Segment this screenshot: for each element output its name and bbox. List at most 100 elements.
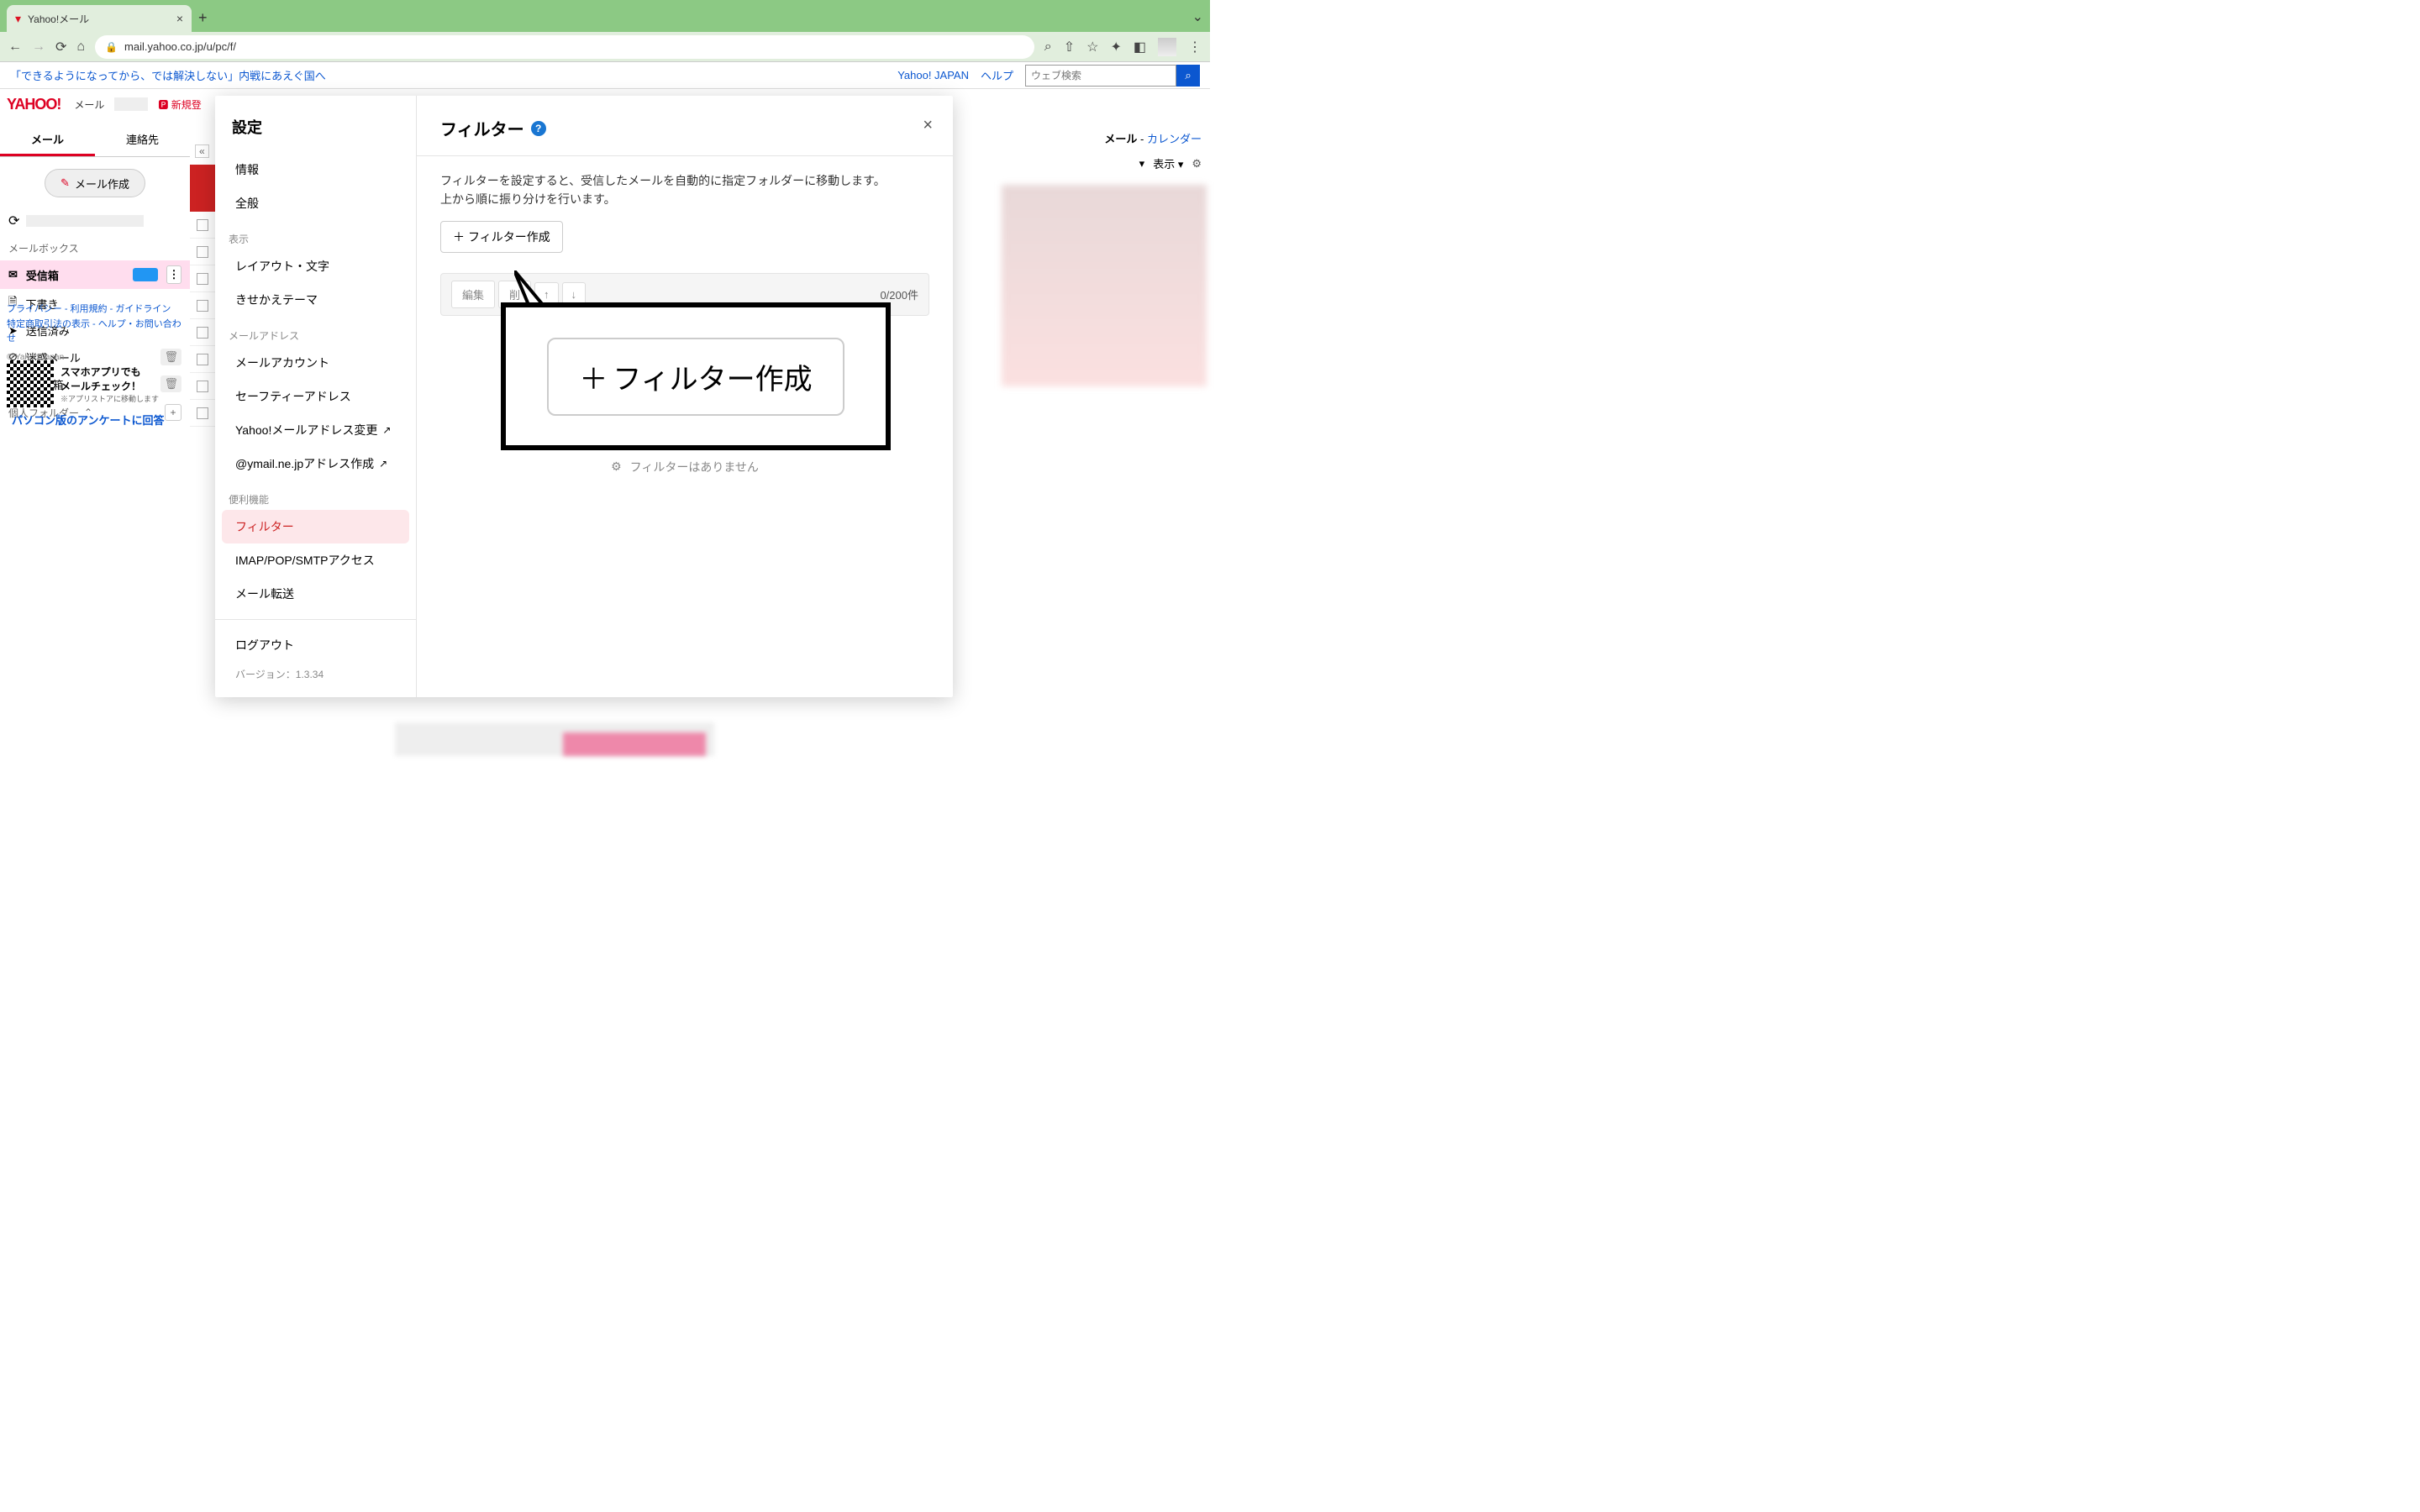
modal-title: 設定 bbox=[215, 96, 416, 153]
address-bar: ← → ⟳ ⌂ 🔒 mail.yahoo.co.jp/u/pc/f/ ⌕ ⇧ ☆… bbox=[0, 32, 1210, 62]
checkbox[interactable] bbox=[197, 407, 208, 419]
survey-link[interactable]: パソコン版のアンケートに回答 bbox=[12, 412, 164, 428]
news-ticker[interactable]: 「できるようになってから、では解決しない」内戦にあえぐ国へ bbox=[10, 67, 326, 83]
home-icon[interactable]: ⌂ bbox=[76, 39, 85, 55]
tab-mail[interactable]: メール bbox=[0, 124, 95, 156]
yahoo-japan-link[interactable]: Yahoo! JAPAN bbox=[897, 69, 969, 81]
help-link[interactable]: ヘルプ bbox=[981, 67, 1013, 83]
collapse-icon[interactable]: « bbox=[195, 144, 209, 158]
folder-inbox[interactable]: ✉ 受信箱 ⋮ bbox=[0, 260, 190, 289]
nav-filter[interactable]: フィルター bbox=[222, 510, 409, 543]
reload-icon[interactable]: ⟳ bbox=[55, 39, 66, 55]
nav-logout[interactable]: ログアウト bbox=[215, 628, 416, 662]
folder-menu-icon[interactable]: ⋮ bbox=[166, 265, 182, 284]
checkbox[interactable] bbox=[197, 327, 208, 339]
dropdown-icon[interactable]: ▾ bbox=[1139, 157, 1145, 171]
tab-contacts[interactable]: 連絡先 bbox=[95, 124, 190, 156]
url-field[interactable]: 🔒 mail.yahoo.co.jp/u/pc/f/ bbox=[95, 35, 1034, 59]
nav-section-display: 表示 bbox=[215, 220, 416, 249]
nav-layout[interactable]: レイアウト・文字 bbox=[215, 249, 416, 283]
nav-safety[interactable]: セーフティーアドレス bbox=[215, 380, 416, 413]
bottom-ad-button bbox=[563, 732, 706, 756]
mail-tab-right[interactable]: メール bbox=[1104, 133, 1137, 145]
compose-button[interactable]: ✎ メール作成 bbox=[45, 169, 145, 197]
browser-tab[interactable]: ▾ Yahoo!メール × bbox=[7, 5, 192, 32]
bookmark-icon[interactable]: ☆ bbox=[1086, 39, 1098, 55]
inbox-icon: ✉ bbox=[8, 268, 18, 281]
web-search-input[interactable] bbox=[1025, 65, 1176, 87]
tab-dropdown-icon[interactable]: ⌄ bbox=[1192, 8, 1203, 25]
tab-title: Yahoo!メール bbox=[28, 12, 170, 26]
calendar-link[interactable]: カレンダー bbox=[1147, 133, 1202, 145]
content-heading: フィルター bbox=[440, 116, 524, 140]
yahoo-favicon: ▾ bbox=[15, 12, 21, 26]
callout-create-filter: ＋フィルター作成 bbox=[547, 338, 844, 416]
share-icon[interactable]: ⇧ bbox=[1064, 39, 1075, 55]
sidebar-tabs: メール 連絡先 bbox=[0, 124, 190, 157]
footer-links[interactable]: プライバシー - 利用規約 - ガイドライン 特定商取引法の表示 - ヘルプ・お… bbox=[7, 302, 190, 347]
edit-button[interactable]: 編集 bbox=[451, 281, 495, 308]
nav-section-mailaddr: メールアドレス bbox=[215, 317, 416, 346]
unread-badge bbox=[133, 268, 158, 281]
checkbox[interactable] bbox=[197, 219, 208, 231]
settings-icon[interactable]: ⚙ bbox=[1192, 157, 1202, 171]
browser-actions: ⌕ ⇧ ☆ ✦ ◧ ⋮ bbox=[1044, 38, 1202, 56]
nav-general[interactable]: 全般 bbox=[215, 186, 416, 220]
right-promo bbox=[1002, 185, 1207, 386]
qr-promo: スマホアプリでも メールチェック！ ※アプリストアに移動します bbox=[7, 360, 159, 407]
qr-code bbox=[7, 360, 54, 407]
empty-spam-icon[interactable]: 🗑 bbox=[160, 349, 182, 365]
blurred-username bbox=[114, 97, 148, 111]
external-icon: ↗ bbox=[382, 424, 391, 436]
version-text: バージョン：1.3.34 bbox=[215, 662, 416, 686]
nav-account[interactable]: メールアカウント bbox=[215, 346, 416, 380]
plus-icon: ＋ bbox=[579, 356, 608, 397]
yahoo-mail-logo[interactable]: YAHOO! bbox=[7, 96, 60, 113]
lock-icon: 🔒 bbox=[105, 41, 118, 53]
gear-icon: ⚙ bbox=[611, 459, 622, 474]
nav-yahoo-addr-change[interactable]: Yahoo!メールアドレス変更 ↗ bbox=[215, 413, 416, 447]
url-text: mail.yahoo.co.jp/u/pc/f/ bbox=[124, 40, 236, 53]
yahoo-header: 「できるようになってから、では解決しない」内戦にあえぐ国へ Yahoo! JAP… bbox=[0, 62, 1210, 89]
empty-trash-icon[interactable]: 🗑 bbox=[160, 375, 182, 392]
refresh-icon[interactable]: ⟳ bbox=[8, 213, 19, 229]
close-icon[interactable]: × bbox=[923, 116, 933, 135]
forward-icon[interactable]: → bbox=[32, 39, 45, 55]
nav-info[interactable]: 情報 bbox=[215, 153, 416, 186]
extensions-icon[interactable]: ✦ bbox=[1110, 39, 1121, 55]
new-tab-button[interactable]: + bbox=[198, 9, 208, 27]
register-link[interactable]: 🅿 新規登 bbox=[158, 97, 201, 112]
create-filter-button[interactable]: ＋フィルター作成 bbox=[440, 221, 563, 253]
settings-nav: 設定 情報 全般 表示 レイアウト・文字 きせかえテーマ メールアドレス メール… bbox=[215, 96, 417, 697]
checkbox[interactable] bbox=[197, 300, 208, 312]
help-icon[interactable]: ? bbox=[531, 121, 546, 136]
pen-icon: ✎ bbox=[60, 176, 70, 190]
mailbox-section-title: メールボックス bbox=[0, 233, 190, 260]
nav-imap[interactable]: IMAP/POP/SMTPアクセス bbox=[215, 543, 416, 577]
sidepanel-icon[interactable]: ◧ bbox=[1134, 39, 1146, 55]
mail-sidebar: メール 連絡先 ✎ メール作成 ⟳ メールボックス ✉ 受信箱 ⋮ 🗎 下書き … bbox=[0, 121, 190, 431]
nav-ymail-create[interactable]: @ymail.ne.jpアドレス作成 ↗ bbox=[215, 447, 416, 480]
profile-avatar[interactable] bbox=[1158, 38, 1176, 56]
service-tabs: メール - カレンダー bbox=[1104, 130, 1202, 146]
display-toggle[interactable]: 表示 ▾ bbox=[1153, 155, 1183, 171]
empty-state: ⚙ フィルターはありません bbox=[440, 459, 929, 475]
web-search: ⌕ bbox=[1025, 65, 1200, 87]
filter-count: 0/200件 bbox=[880, 286, 918, 302]
checkbox[interactable] bbox=[197, 354, 208, 365]
search-icon[interactable]: ⌕ bbox=[1044, 39, 1052, 55]
display-controls: ▾ 表示 ▾ ⚙ bbox=[1139, 155, 1202, 171]
web-search-button[interactable]: ⌕ bbox=[1176, 65, 1200, 87]
external-icon: ↗ bbox=[379, 458, 387, 470]
checkbox[interactable] bbox=[197, 381, 208, 392]
close-icon[interactable]: × bbox=[176, 12, 183, 25]
nav-forward[interactable]: メール転送 bbox=[215, 577, 416, 611]
annotation-callout: ＋フィルター作成 bbox=[501, 302, 891, 450]
add-folder-button[interactable]: + bbox=[165, 404, 182, 421]
menu-icon[interactable]: ⋮ bbox=[1188, 39, 1202, 55]
checkbox[interactable] bbox=[197, 246, 208, 258]
nav-theme[interactable]: きせかえテーマ bbox=[215, 283, 416, 317]
filter-description: フィルターを設定すると、受信したメールを自動的に指定フォルダーに移動します。 上… bbox=[440, 171, 929, 209]
checkbox[interactable] bbox=[197, 273, 208, 285]
back-icon[interactable]: ← bbox=[8, 39, 22, 55]
